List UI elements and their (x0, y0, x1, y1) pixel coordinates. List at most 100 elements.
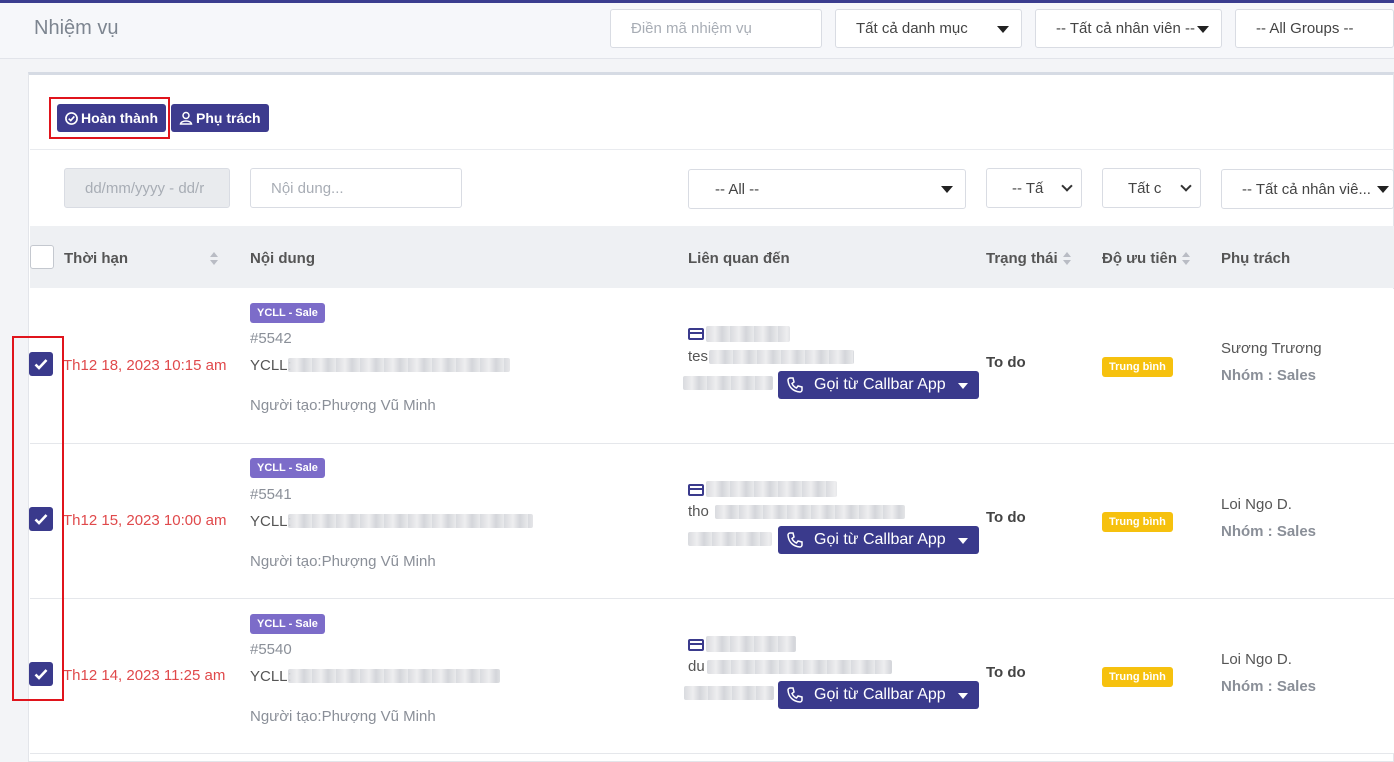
divider (30, 149, 1394, 150)
assignee-name: Loi Ngo D. (1221, 651, 1292, 668)
task-creator: Người tạo:Phượng Vũ Minh (250, 708, 436, 725)
caret-down-icon (1197, 25, 1209, 33)
phone-icon (787, 377, 803, 393)
call-button-label: Gọi từ Callbar App (814, 531, 946, 548)
page-title: Nhiệm vụ (34, 17, 119, 39)
redacted-related-name (706, 481, 837, 497)
redacted-related-detail (709, 350, 854, 364)
call-callbar-button[interactable]: Gọi từ Callbar App (778, 681, 979, 709)
redacted-content (288, 669, 500, 683)
sort-icon[interactable] (210, 252, 218, 266)
priority-filter-value: Tất c (1128, 179, 1162, 197)
caret-down-icon[interactable] (958, 538, 968, 544)
redacted-related-detail (715, 505, 905, 519)
task-code-input[interactable]: Điền mã nhiệm vụ (610, 9, 822, 48)
status-filter-value: -- Tấ (1012, 179, 1044, 197)
related-text[interactable]: tho (688, 503, 709, 520)
task-content: YCLL: (250, 668, 292, 685)
column-related: Liên quan đến (688, 250, 790, 267)
column-assignee: Phụ trách (1221, 250, 1291, 267)
table-row[interactable] (30, 599, 1394, 754)
column-content: Nội dung (250, 250, 315, 267)
assignee-team: Nhóm : Sales (1221, 523, 1317, 540)
status-text: To do (986, 354, 1026, 371)
user-icon (179, 111, 193, 125)
category-select[interactable]: Tất cả danh mục (835, 9, 1022, 48)
row-deadline: Th12 15, 2023 10:00 am (63, 512, 227, 529)
assignee-name: Loi Ngo D. (1221, 496, 1292, 513)
category-select-value: Tất cả danh mục (856, 20, 968, 37)
task-id[interactable]: #5540 (250, 641, 292, 658)
call-button-label: Gọi từ Callbar App (814, 686, 946, 703)
assign-button[interactable]: Phụ trách (171, 104, 269, 132)
category-tag: YCLL - Sale (250, 458, 325, 478)
priority-badge: Trung bình (1102, 667, 1173, 687)
redacted-content (288, 514, 533, 528)
priority-badge: Trung bình (1102, 512, 1173, 532)
staff-select-value: -- Tất cả nhân viên -- (1056, 20, 1195, 37)
assignee-name: Sương Trương (1221, 340, 1322, 357)
caret-down-icon (997, 25, 1009, 33)
assignee-filter-value: -- Tất cả nhân viê... (1242, 180, 1371, 198)
column-status[interactable]: Trạng thái (986, 250, 1058, 267)
assignee-team: Nhóm : Sales (1221, 367, 1317, 384)
caret-down-icon[interactable] (958, 383, 968, 389)
assignee-filter-select[interactable]: -- Tất cả nhân viê... (1221, 169, 1394, 209)
task-content: YCLL: (250, 513, 292, 530)
call-button-label: Gọi từ Callbar App (814, 376, 946, 393)
task-creator: Người tạo:Phượng Vũ Minh (250, 397, 436, 414)
task-id[interactable]: #5541 (250, 486, 292, 503)
groups-select-value: -- All Groups -- (1256, 20, 1354, 37)
related-filter-value: -- All -- (715, 180, 760, 198)
caret-down-icon[interactable] (958, 693, 968, 699)
assign-button-label: Phụ trách (196, 110, 261, 126)
select-all-checkbox[interactable] (30, 245, 54, 269)
row-deadline: Th12 18, 2023 10:15 am (63, 357, 227, 374)
chevron-down-icon (1061, 180, 1073, 192)
status-text: To do (986, 664, 1026, 681)
task-creator: Người tạo:Phượng Vũ Minh (250, 553, 436, 570)
card-icon (688, 484, 704, 496)
phone-icon (787, 532, 803, 548)
call-callbar-button[interactable]: Gọi từ Callbar App (778, 526, 979, 554)
content-filter-input[interactable]: Nội dung... (250, 168, 462, 208)
table-row[interactable] (30, 444, 1394, 599)
status-text: To do (986, 509, 1026, 526)
redacted-related-name (706, 326, 790, 342)
column-priority[interactable]: Độ ưu tiên (1102, 250, 1177, 267)
chevron-down-icon (1180, 180, 1192, 192)
status-filter-select[interactable]: -- Tấ (986, 168, 1082, 208)
category-tag: YCLL - Sale (250, 614, 325, 634)
caret-down-icon (1377, 186, 1389, 193)
groups-select[interactable]: -- All Groups -- (1235, 9, 1394, 48)
column-deadline[interactable]: Thời hạn (64, 250, 128, 267)
redacted-phone (684, 686, 774, 700)
related-text[interactable]: du (688, 658, 705, 675)
redacted-content (288, 358, 510, 372)
priority-badge: Trung bình (1102, 357, 1173, 377)
sort-icon[interactable] (1063, 252, 1071, 266)
priority-filter-select[interactable]: Tất c (1102, 168, 1201, 208)
sort-icon[interactable] (1182, 252, 1190, 266)
staff-select[interactable]: -- Tất cả nhân viên -- (1035, 9, 1222, 48)
row-deadline: Th12 14, 2023 11:25 am (63, 667, 226, 684)
redacted-related-name (706, 636, 796, 652)
table-row[interactable] (30, 289, 1394, 444)
call-callbar-button[interactable]: Gọi từ Callbar App (778, 371, 979, 399)
assignee-team: Nhóm : Sales (1221, 678, 1317, 695)
card-icon (688, 328, 704, 340)
redacted-phone (688, 532, 772, 546)
highlight-box-complete (49, 97, 170, 139)
card-icon (688, 639, 704, 651)
redacted-related-detail (707, 660, 892, 674)
phone-icon (787, 687, 803, 703)
task-id[interactable]: #5542 (250, 330, 292, 347)
date-range-input[interactable]: dd/mm/yyyy - dd/r (64, 168, 230, 208)
highlight-box-checkboxes (12, 336, 64, 701)
caret-down-icon (941, 186, 953, 193)
category-tag: YCLL - Sale (250, 303, 325, 323)
redacted-phone (683, 376, 773, 390)
task-content: YCLL: (250, 357, 292, 374)
related-filter-select[interactable]: -- All -- (688, 169, 966, 209)
related-text[interactable]: tes (688, 348, 708, 365)
